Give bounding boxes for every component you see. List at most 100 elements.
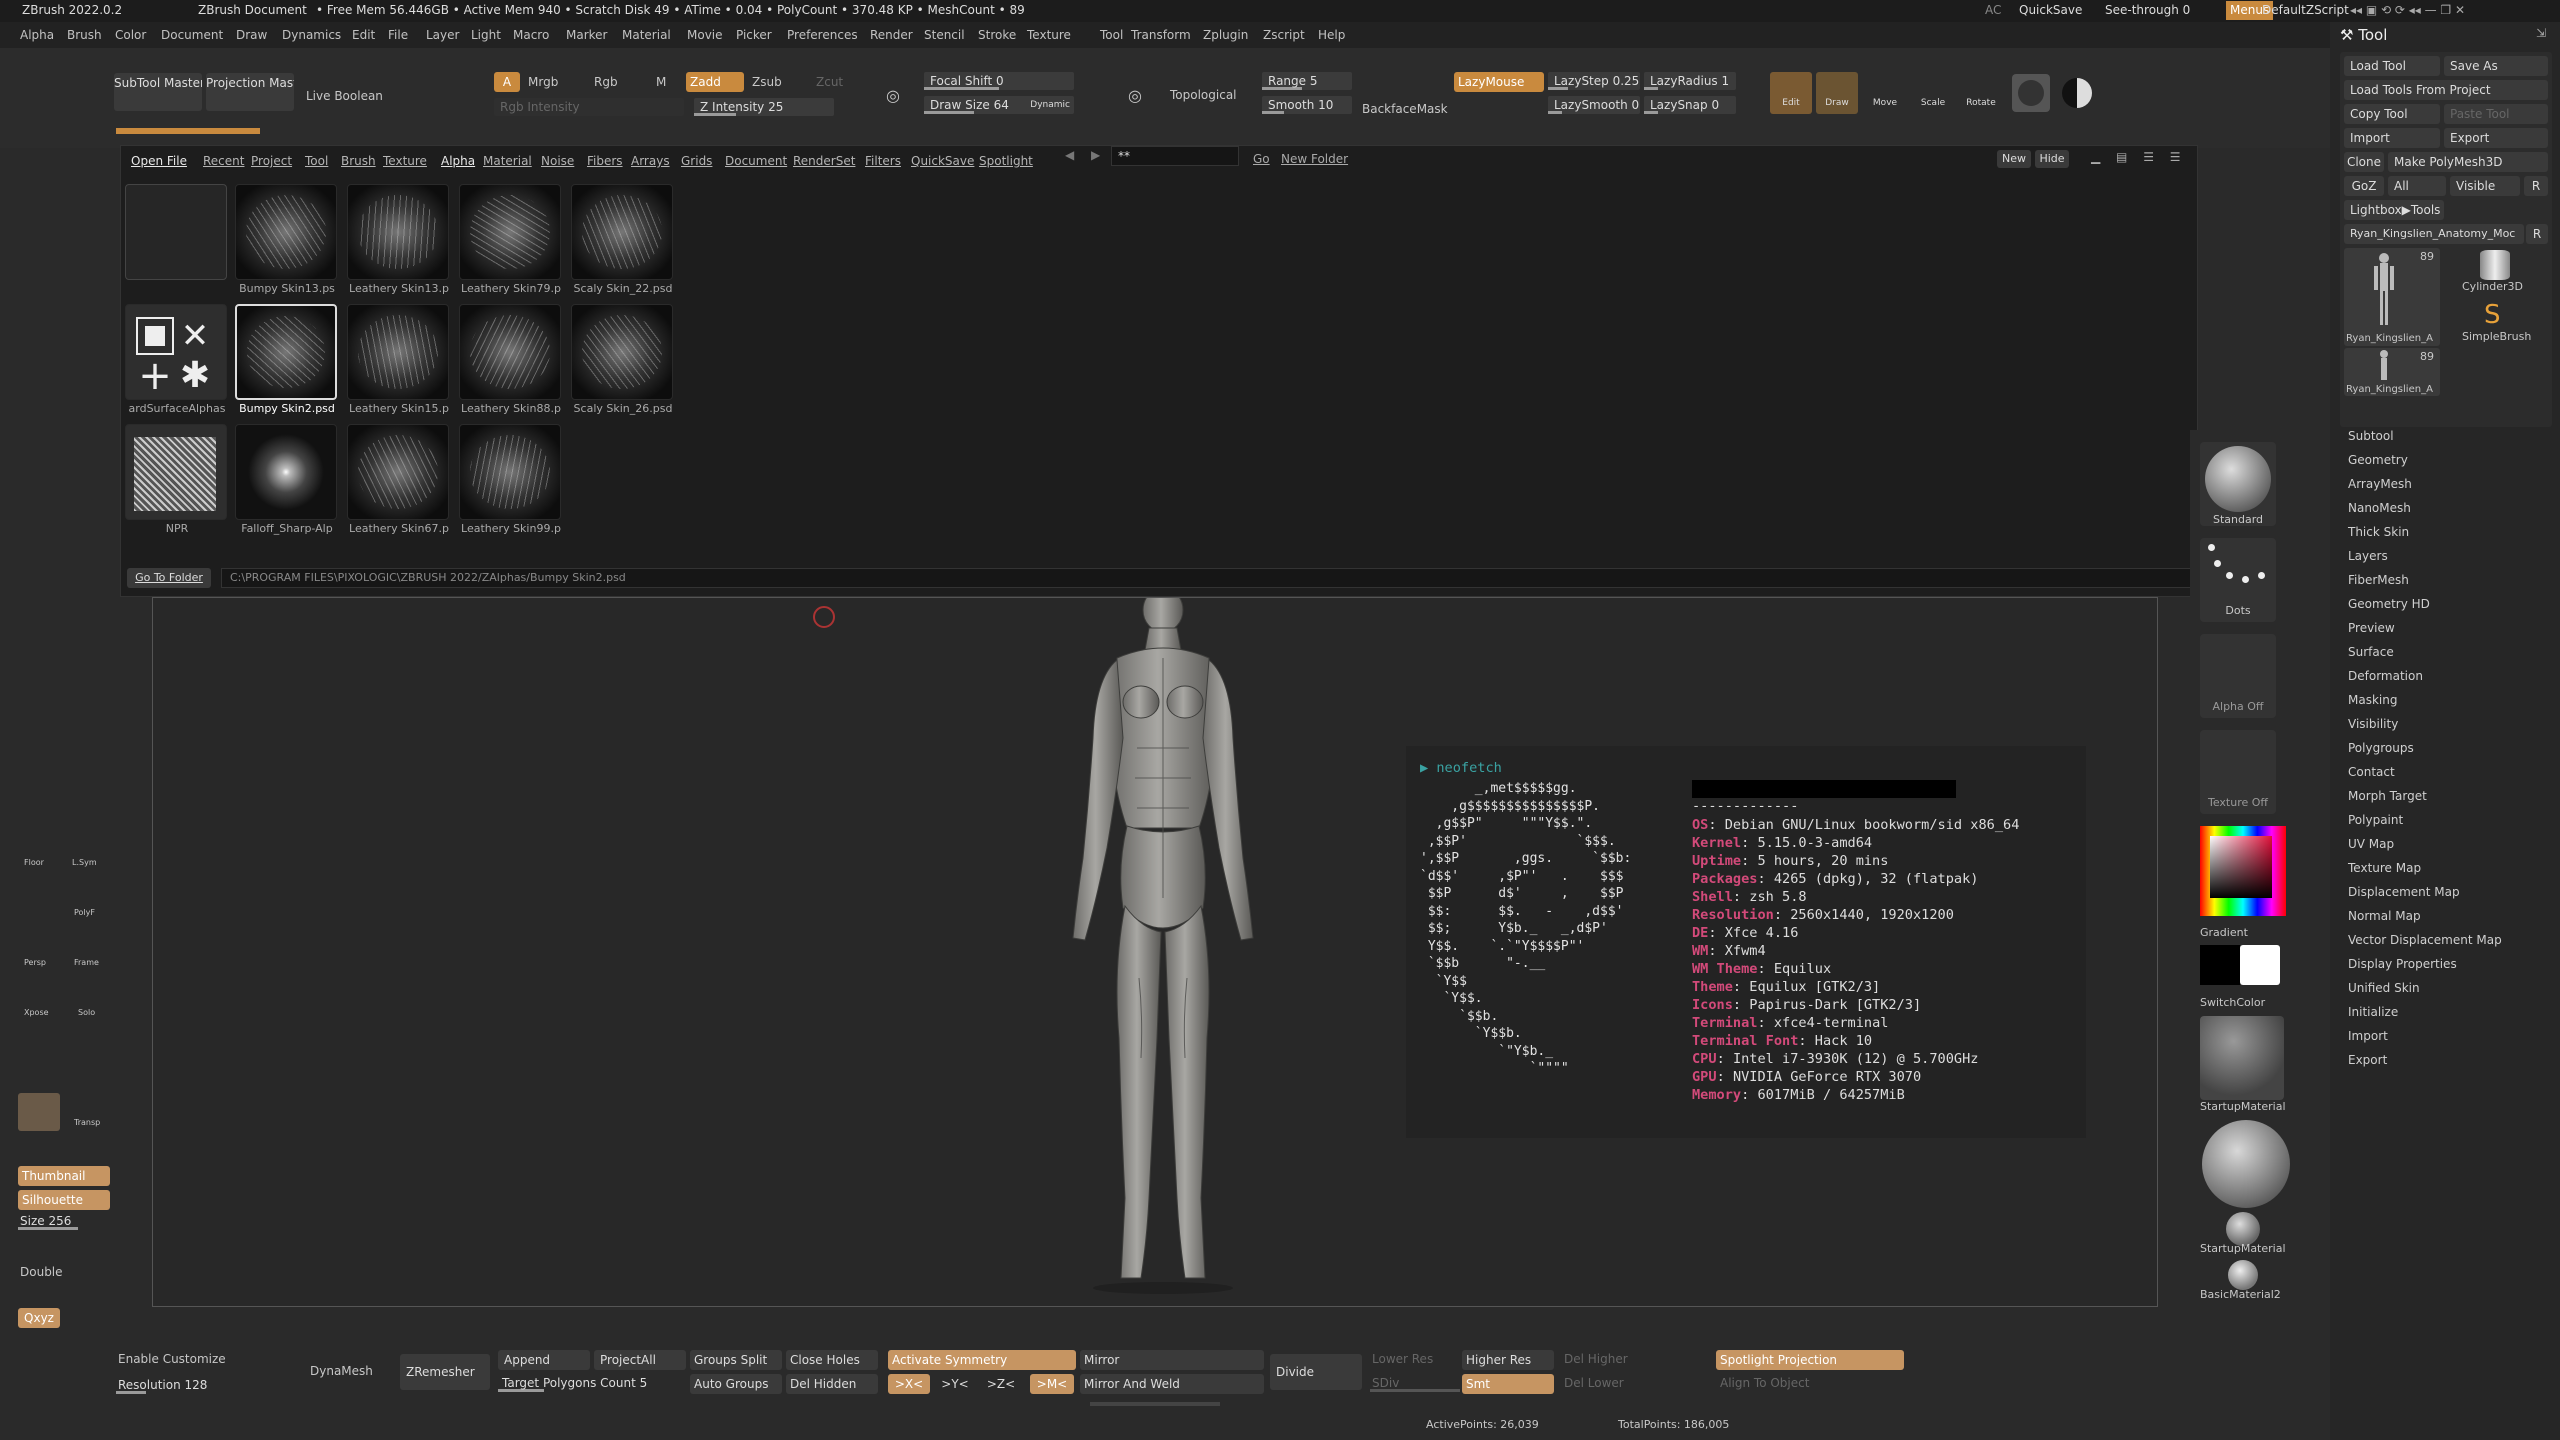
alpha-thumbnail[interactable]	[235, 304, 337, 400]
activate-symmetry-button[interactable]: Activate Symmetry	[888, 1350, 1076, 1370]
copy-tool-button[interactable]: Copy Tool	[2344, 104, 2440, 124]
material-sphere-icon[interactable]	[2012, 74, 2050, 112]
goz-button[interactable]: GoZ	[2344, 176, 2384, 196]
size-slider[interactable]: Size 256	[18, 1212, 110, 1230]
live-boolean-button[interactable]: Live Boolean	[306, 89, 383, 103]
lightbox-tab-noise[interactable]: Noise	[541, 154, 574, 168]
zremesher-button[interactable]: ZRemesher	[400, 1354, 490, 1390]
persp-button[interactable]: Persp	[24, 958, 46, 967]
tool-menu-geometry[interactable]: Geometry	[2348, 453, 2408, 467]
alpha-thumbnail[interactable]	[235, 184, 337, 280]
menu-document[interactable]: Document	[161, 28, 223, 42]
auto-groups-button[interactable]: Auto Groups	[690, 1374, 782, 1394]
tool-menu-geometry-hd[interactable]: Geometry HD	[2348, 597, 2430, 611]
lightbox-tab-material[interactable]: Material	[483, 154, 532, 168]
lazyradius-slider[interactable]: LazyRadius 1	[1644, 72, 1736, 90]
new-folder-button[interactable]: New Folder	[1281, 152, 1348, 166]
del-lower-button[interactable]: Del Lower	[1564, 1376, 1624, 1390]
menu-transform[interactable]: Transform	[1131, 28, 1191, 42]
symmetry-x-button[interactable]: >X<	[888, 1374, 930, 1394]
view-mode-icons[interactable]: ▁ ▤ ☰ ☰	[2091, 150, 2187, 164]
lazysmooth-slider[interactable]: LazySmooth 0	[1548, 96, 1640, 114]
polyf-button[interactable]: PolyF	[74, 908, 95, 917]
lightbox-tab-document[interactable]: Document	[725, 154, 787, 168]
collapse-icon[interactable]: ⇲	[2536, 26, 2546, 40]
tool-menu-layers[interactable]: Layers	[2348, 549, 2388, 563]
lightbox-tab-fibers[interactable]: Fibers	[587, 154, 623, 168]
draw-button[interactable]: Draw	[1816, 72, 1858, 114]
shelf-scroll-handle[interactable]	[1090, 1402, 1220, 1406]
tool-menu-arraymesh[interactable]: ArrayMesh	[2348, 477, 2412, 491]
alpha-thumbnail[interactable]	[347, 424, 449, 520]
xyz-button[interactable]: Qxyz	[18, 1308, 60, 1328]
search-input[interactable]: **	[1111, 146, 1239, 166]
higher-res-button[interactable]: Higher Res	[1462, 1350, 1554, 1370]
menu-color[interactable]: Color	[115, 28, 146, 42]
menu-alpha[interactable]: Alpha	[20, 28, 54, 42]
menu-zscript[interactable]: Zscript	[1263, 28, 1305, 42]
lightbox-tab-filters[interactable]: Filters	[865, 154, 901, 168]
alpha-thumbnail[interactable]	[571, 304, 673, 400]
target-polygons-slider[interactable]: Target Polygons Count 5	[498, 1374, 682, 1392]
tool-thumb-cylinder[interactable]: Cylinder3D	[2446, 248, 2546, 296]
dots-stroke-button[interactable]: Dots	[2200, 538, 2276, 622]
lazysnap-slider[interactable]: LazySnap 0	[1644, 96, 1736, 114]
zadd-button[interactable]: Zadd	[686, 72, 744, 92]
transp-button[interactable]: Transp	[74, 1118, 100, 1127]
standard-brush-button[interactable]: Standard	[2200, 442, 2276, 526]
alpha-thumbnail[interactable]	[347, 184, 449, 280]
a-button[interactable]: A	[494, 72, 520, 92]
tool-menu-vector-displacement-map[interactable]: Vector Displacement Map	[2348, 933, 2502, 947]
menu-brush[interactable]: Brush	[67, 28, 102, 42]
spotlight-projection-button[interactable]: Spotlight Projection	[1716, 1350, 1904, 1370]
secondary-color-swatch[interactable]	[2240, 945, 2280, 985]
dynamic-toggle[interactable]: Dynamic	[1030, 100, 1070, 110]
menu-dynamics[interactable]: Dynamics	[282, 28, 341, 42]
frame-button[interactable]: Frame	[74, 958, 99, 967]
texture-off-button[interactable]: Texture Off	[2200, 730, 2276, 814]
lightbox-tab-open-file[interactable]: Open File	[131, 154, 187, 168]
seethrough-slider[interactable]: See-through 0	[2105, 3, 2190, 17]
goz-all-button[interactable]: All	[2388, 176, 2446, 196]
anatomy-model[interactable]	[1013, 598, 1313, 1298]
export-button[interactable]: Export	[2444, 128, 2548, 148]
load-tool-button[interactable]: Load Tool	[2344, 56, 2440, 76]
alpha-thumbnail[interactable]	[125, 424, 227, 520]
menu-stroke[interactable]: Stroke	[978, 28, 1016, 42]
tool-thumb-anatomy[interactable]: 89 Ryan_Kingslien_A	[2344, 248, 2440, 346]
scale-button[interactable]: Scale	[1912, 72, 1954, 114]
edit-button[interactable]: Edit	[1770, 72, 1812, 114]
gradient-label[interactable]: Gradient	[2200, 926, 2248, 939]
goz-r-button[interactable]: R	[2524, 176, 2548, 196]
load-from-project-button[interactable]: Load Tools From Project	[2344, 80, 2548, 100]
smooth-slider[interactable]: Smooth 10	[1262, 96, 1352, 114]
neofetch-terminal[interactable]: ▶ neofetch _,met$$$$$gg. ,g$$$$$$$$$$$$$…	[1406, 746, 2086, 1138]
thumbnail-button[interactable]: Thumbnail	[18, 1166, 110, 1186]
del-higher-button[interactable]: Del Higher	[1564, 1352, 1628, 1366]
basic-material-thumb[interactable]	[2228, 1260, 2258, 1290]
zcut-button[interactable]: Zcut	[816, 75, 843, 89]
alpha-thumbnail[interactable]: ✕ + ✱	[125, 304, 227, 400]
lazymouse-button[interactable]: LazyMouse	[1454, 72, 1544, 92]
clone-button[interactable]: Clone	[2344, 152, 2384, 172]
menu-file[interactable]: File	[388, 28, 408, 42]
topological-button[interactable]: Topological	[1170, 88, 1237, 102]
symmetry-y-button[interactable]: >Y<	[934, 1374, 976, 1394]
divide-button[interactable]: Divide	[1270, 1354, 1362, 1390]
menu-material[interactable]: Material	[622, 28, 671, 42]
material-sphere-preview[interactable]	[2202, 1120, 2290, 1208]
mirror-button[interactable]: Mirror	[1080, 1350, 1264, 1370]
menu-light[interactable]: Light	[471, 28, 501, 42]
lightbox-tab-alpha[interactable]: Alpha	[441, 154, 475, 168]
tool-menu-masking[interactable]: Masking	[2348, 693, 2397, 707]
alpha-thumbnail[interactable]	[459, 424, 561, 520]
lightbox-tab-renderset[interactable]: RenderSet	[793, 154, 855, 168]
lsym-button[interactable]: L.Sym	[72, 858, 97, 867]
menu-tool[interactable]: Tool	[1100, 28, 1123, 42]
lightbox-tab-tool[interactable]: Tool	[305, 154, 328, 168]
alpha-thumbnail[interactable]	[347, 304, 449, 400]
menu-marker[interactable]: Marker	[566, 28, 607, 42]
m-button[interactable]: M	[656, 75, 666, 89]
menu-render[interactable]: Render	[870, 28, 913, 42]
rgb-button[interactable]: Rgb	[594, 75, 618, 89]
